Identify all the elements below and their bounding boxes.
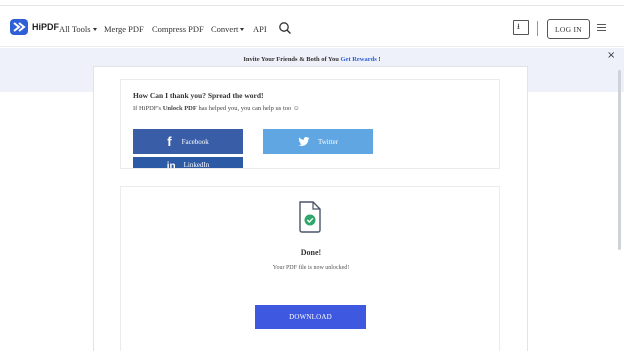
done-panel: Done! Your PDF file is now unlocked! DOW…: [120, 186, 500, 351]
close-icon[interactable]: ×: [607, 51, 615, 61]
share-subtitle-suffix: has helped you, you can help us too ☺: [196, 105, 300, 112]
nav-convert[interactable]: Convert: [211, 24, 245, 34]
invite-suffix: !: [376, 56, 381, 63]
linkedin-share-button[interactable]: in LinkedIn: [133, 157, 243, 169]
nav-api[interactable]: API: [253, 24, 267, 34]
nav-compress-pdf-label: Compress PDF: [152, 24, 204, 34]
download-button[interactable]: DOWNLOAD: [255, 305, 366, 329]
nav-all-tools-label: All Tools: [59, 24, 91, 34]
hamburger-menu-icon[interactable]: [597, 24, 606, 32]
invite-banner: Invite Your Friends & Both of You Get Re…: [0, 48, 624, 66]
nav-all-tools[interactable]: All Tools: [59, 24, 97, 34]
share-title: How Can I thank you? Spread the word!: [133, 91, 264, 100]
twitter-share-button[interactable]: Twitter: [263, 129, 373, 154]
share-subtitle: If HiPDF's Unlock PDF has helped you, yo…: [133, 105, 300, 112]
nav-merge-pdf-label: Merge PDF: [104, 24, 144, 34]
download-icon: ⭳: [517, 22, 520, 31]
nav-convert-label: Convert: [211, 24, 239, 34]
unlocked-file-icon: [299, 201, 321, 233]
logo-text: HiPDF: [32, 22, 59, 32]
nav-divider: [537, 21, 538, 36]
invite-message: Invite Your Friends & Both of You: [243, 56, 341, 63]
search-icon[interactable]: [278, 21, 292, 35]
get-rewards-link[interactable]: Get Rewards: [341, 56, 377, 63]
nav-merge-pdf[interactable]: Merge PDF: [104, 24, 144, 34]
linkedin-icon: in: [166, 161, 176, 169]
share-subtitle-prefix: If HiPDF's: [133, 105, 163, 112]
done-subtitle: Your PDF file is now unlocked!: [272, 265, 350, 271]
share-tool-name: Unlock PDF: [162, 105, 197, 112]
linkedin-label: LinkedIn: [183, 161, 210, 169]
share-panel: How Can I thank you? Spread the word! If…: [120, 79, 500, 169]
nav-compress-pdf[interactable]: Compress PDF: [152, 24, 204, 34]
nav-api-label: API: [253, 24, 267, 34]
hipdf-logo-icon: [10, 19, 28, 35]
facebook-label: Facebook: [181, 137, 209, 146]
facebook-icon: f: [167, 134, 172, 149]
chevron-down-icon: [240, 27, 245, 31]
invite-text: Invite Your Friends & Both of You Get Re…: [243, 56, 380, 63]
desktop-download-button[interactable]: ⭳: [513, 20, 529, 35]
chevron-down-icon: [92, 27, 97, 31]
hipdf-logo[interactable]: HiPDF: [10, 19, 59, 35]
done-title: Done!: [300, 248, 322, 257]
twitter-icon: [298, 136, 310, 146]
login-button[interactable]: LOG IN: [547, 19, 590, 39]
page-scrollbar[interactable]: [618, 70, 621, 250]
window-top-edge: [0, 0, 624, 6]
facebook-share-button[interactable]: f Facebook: [133, 129, 243, 154]
top-navbar: HiPDF All Tools Merge PDF Compress PDF C…: [0, 7, 624, 47]
twitter-label: Twitter: [317, 137, 339, 146]
